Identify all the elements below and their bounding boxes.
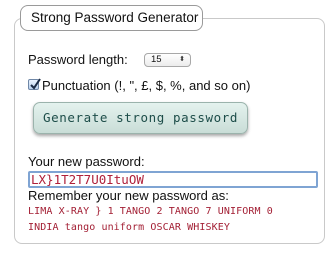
punctuation-label: Punctuation (!, ", £, $, %, and so on) (42, 78, 251, 93)
new-password-label: Your new password: (28, 154, 145, 169)
password-length-label: Password length: (28, 52, 128, 67)
checkmark-icon (30, 78, 41, 90)
password-length-value: 15 (151, 54, 162, 65)
new-password-field[interactable]: LX}1T2T7U0ItuOW (28, 171, 318, 188)
remember-label: Remember your new password as: (28, 188, 229, 203)
panel-title: Strong Password Generator (20, 5, 203, 31)
select-arrows-icon: ⬍ (179, 56, 185, 63)
phonetic-line-2: INDIA tango uniform OSCAR WHISKEY (28, 222, 230, 233)
generate-password-button[interactable]: Generate strong password (33, 102, 248, 134)
punctuation-checkbox[interactable] (28, 78, 41, 90)
phonetic-line-1: LIMA X-RAY } 1 TANGO 2 TANGO 7 UNIFORM 0 (28, 206, 273, 217)
password-length-select[interactable]: 15 ⬍ (144, 53, 191, 67)
